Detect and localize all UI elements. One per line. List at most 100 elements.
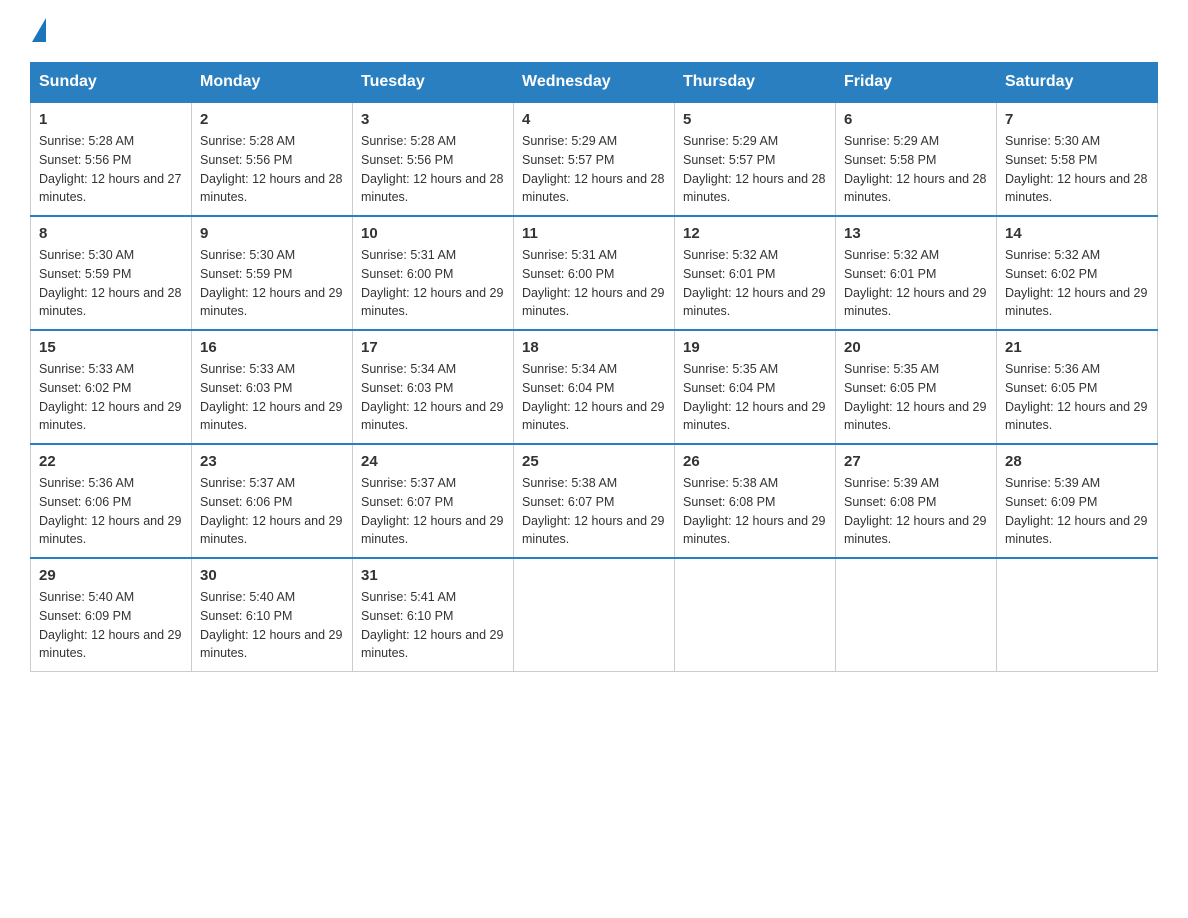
day-number: 25 [522,453,666,470]
calendar-week-row: 15 Sunrise: 5:33 AMSunset: 6:02 PMDaylig… [31,330,1158,444]
calendar-cell: 21 Sunrise: 5:36 AMSunset: 6:05 PMDaylig… [997,330,1158,444]
calendar-cell: 6 Sunrise: 5:29 AMSunset: 5:58 PMDayligh… [836,102,997,216]
calendar-cell: 12 Sunrise: 5:32 AMSunset: 6:01 PMDaylig… [675,216,836,330]
calendar-header-saturday: Saturday [997,63,1158,103]
calendar-cell: 5 Sunrise: 5:29 AMSunset: 5:57 PMDayligh… [675,102,836,216]
day-number: 3 [361,111,505,128]
day-info: Sunrise: 5:32 AMSunset: 6:01 PMDaylight:… [844,246,988,321]
day-number: 4 [522,111,666,128]
calendar-cell: 27 Sunrise: 5:39 AMSunset: 6:08 PMDaylig… [836,444,997,558]
day-info: Sunrise: 5:36 AMSunset: 6:05 PMDaylight:… [1005,360,1149,435]
calendar-cell: 3 Sunrise: 5:28 AMSunset: 5:56 PMDayligh… [353,102,514,216]
calendar-cell: 15 Sunrise: 5:33 AMSunset: 6:02 PMDaylig… [31,330,192,444]
calendar-header-tuesday: Tuesday [353,63,514,103]
day-info: Sunrise: 5:40 AMSunset: 6:09 PMDaylight:… [39,588,183,663]
calendar-cell: 31 Sunrise: 5:41 AMSunset: 6:10 PMDaylig… [353,558,514,672]
day-number: 18 [522,339,666,356]
day-info: Sunrise: 5:28 AMSunset: 5:56 PMDaylight:… [361,132,505,207]
day-info: Sunrise: 5:37 AMSunset: 6:07 PMDaylight:… [361,474,505,549]
day-number: 23 [200,453,344,470]
day-number: 30 [200,567,344,584]
day-info: Sunrise: 5:29 AMSunset: 5:58 PMDaylight:… [844,132,988,207]
calendar-header-row: SundayMondayTuesdayWednesdayThursdayFrid… [31,63,1158,103]
day-number: 14 [1005,225,1149,242]
calendar-cell: 16 Sunrise: 5:33 AMSunset: 6:03 PMDaylig… [192,330,353,444]
calendar-header-sunday: Sunday [31,63,192,103]
calendar-cell: 17 Sunrise: 5:34 AMSunset: 6:03 PMDaylig… [353,330,514,444]
day-number: 2 [200,111,344,128]
calendar-week-row: 8 Sunrise: 5:30 AMSunset: 5:59 PMDayligh… [31,216,1158,330]
day-info: Sunrise: 5:33 AMSunset: 6:03 PMDaylight:… [200,360,344,435]
day-info: Sunrise: 5:39 AMSunset: 6:08 PMDaylight:… [844,474,988,549]
calendar-cell: 20 Sunrise: 5:35 AMSunset: 6:05 PMDaylig… [836,330,997,444]
day-number: 21 [1005,339,1149,356]
calendar-cell: 26 Sunrise: 5:38 AMSunset: 6:08 PMDaylig… [675,444,836,558]
day-info: Sunrise: 5:37 AMSunset: 6:06 PMDaylight:… [200,474,344,549]
calendar-cell: 28 Sunrise: 5:39 AMSunset: 6:09 PMDaylig… [997,444,1158,558]
calendar-week-row: 1 Sunrise: 5:28 AMSunset: 5:56 PMDayligh… [31,102,1158,216]
calendar-cell [836,558,997,672]
day-number: 8 [39,225,183,242]
day-info: Sunrise: 5:38 AMSunset: 6:08 PMDaylight:… [683,474,827,549]
day-info: Sunrise: 5:31 AMSunset: 6:00 PMDaylight:… [361,246,505,321]
day-info: Sunrise: 5:30 AMSunset: 5:58 PMDaylight:… [1005,132,1149,207]
day-number: 10 [361,225,505,242]
day-number: 9 [200,225,344,242]
calendar-cell: 25 Sunrise: 5:38 AMSunset: 6:07 PMDaylig… [514,444,675,558]
day-info: Sunrise: 5:31 AMSunset: 6:00 PMDaylight:… [522,246,666,321]
day-info: Sunrise: 5:30 AMSunset: 5:59 PMDaylight:… [200,246,344,321]
day-number: 19 [683,339,827,356]
calendar-cell [997,558,1158,672]
day-number: 27 [844,453,988,470]
calendar-week-row: 29 Sunrise: 5:40 AMSunset: 6:09 PMDaylig… [31,558,1158,672]
day-number: 11 [522,225,666,242]
calendar-header-wednesday: Wednesday [514,63,675,103]
day-number: 12 [683,225,827,242]
calendar-cell: 24 Sunrise: 5:37 AMSunset: 6:07 PMDaylig… [353,444,514,558]
calendar-cell: 4 Sunrise: 5:29 AMSunset: 5:57 PMDayligh… [514,102,675,216]
day-number: 17 [361,339,505,356]
logo [30,20,46,42]
calendar-cell: 2 Sunrise: 5:28 AMSunset: 5:56 PMDayligh… [192,102,353,216]
calendar-cell: 18 Sunrise: 5:34 AMSunset: 6:04 PMDaylig… [514,330,675,444]
day-info: Sunrise: 5:33 AMSunset: 6:02 PMDaylight:… [39,360,183,435]
calendar-header-thursday: Thursday [675,63,836,103]
calendar-cell: 19 Sunrise: 5:35 AMSunset: 6:04 PMDaylig… [675,330,836,444]
day-info: Sunrise: 5:38 AMSunset: 6:07 PMDaylight:… [522,474,666,549]
calendar-cell: 11 Sunrise: 5:31 AMSunset: 6:00 PMDaylig… [514,216,675,330]
logo-triangle-icon [32,18,46,42]
day-number: 13 [844,225,988,242]
day-number: 16 [200,339,344,356]
day-number: 20 [844,339,988,356]
day-info: Sunrise: 5:28 AMSunset: 5:56 PMDaylight:… [39,132,183,207]
calendar-cell: 1 Sunrise: 5:28 AMSunset: 5:56 PMDayligh… [31,102,192,216]
day-info: Sunrise: 5:34 AMSunset: 6:04 PMDaylight:… [522,360,666,435]
calendar-cell: 22 Sunrise: 5:36 AMSunset: 6:06 PMDaylig… [31,444,192,558]
page-header [30,20,1158,42]
calendar-cell: 10 Sunrise: 5:31 AMSunset: 6:00 PMDaylig… [353,216,514,330]
day-info: Sunrise: 5:28 AMSunset: 5:56 PMDaylight:… [200,132,344,207]
day-number: 24 [361,453,505,470]
day-info: Sunrise: 5:30 AMSunset: 5:59 PMDaylight:… [39,246,183,321]
calendar-week-row: 22 Sunrise: 5:36 AMSunset: 6:06 PMDaylig… [31,444,1158,558]
day-info: Sunrise: 5:35 AMSunset: 6:04 PMDaylight:… [683,360,827,435]
calendar-cell: 7 Sunrise: 5:30 AMSunset: 5:58 PMDayligh… [997,102,1158,216]
day-number: 15 [39,339,183,356]
calendar-cell: 9 Sunrise: 5:30 AMSunset: 5:59 PMDayligh… [192,216,353,330]
calendar-table: SundayMondayTuesdayWednesdayThursdayFrid… [30,62,1158,672]
day-number: 26 [683,453,827,470]
calendar-cell: 13 Sunrise: 5:32 AMSunset: 6:01 PMDaylig… [836,216,997,330]
day-number: 5 [683,111,827,128]
day-number: 6 [844,111,988,128]
day-info: Sunrise: 5:32 AMSunset: 6:01 PMDaylight:… [683,246,827,321]
calendar-cell [514,558,675,672]
day-info: Sunrise: 5:34 AMSunset: 6:03 PMDaylight:… [361,360,505,435]
day-info: Sunrise: 5:29 AMSunset: 5:57 PMDaylight:… [683,132,827,207]
day-info: Sunrise: 5:40 AMSunset: 6:10 PMDaylight:… [200,588,344,663]
day-info: Sunrise: 5:35 AMSunset: 6:05 PMDaylight:… [844,360,988,435]
day-number: 29 [39,567,183,584]
day-number: 31 [361,567,505,584]
calendar-cell: 14 Sunrise: 5:32 AMSunset: 6:02 PMDaylig… [997,216,1158,330]
calendar-header-friday: Friday [836,63,997,103]
calendar-cell: 8 Sunrise: 5:30 AMSunset: 5:59 PMDayligh… [31,216,192,330]
